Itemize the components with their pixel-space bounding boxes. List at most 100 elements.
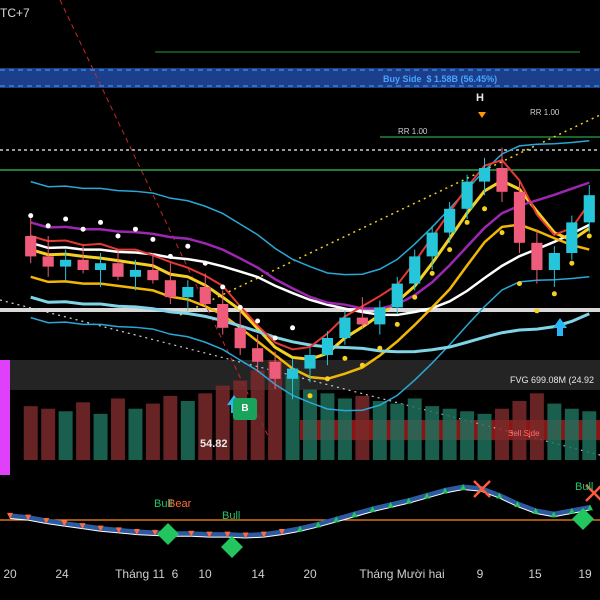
- trend-dot: [447, 247, 453, 253]
- x-tick-label: 6: [171, 567, 179, 581]
- trend-dot: [499, 230, 505, 236]
- buy-side-zone: [0, 68, 600, 88]
- purple-ma-line: [30, 181, 590, 311]
- x-tick-label: Tháng Mười hai: [359, 567, 445, 581]
- trend-dot: [569, 260, 575, 266]
- candle-body: [478, 168, 491, 182]
- candle-body: [199, 287, 211, 304]
- volume-bar: [58, 411, 73, 460]
- x-tick-label: Tháng 11: [115, 567, 165, 581]
- x-tick-label: 9: [476, 567, 484, 581]
- trend-dot: [220, 284, 226, 290]
- buy-side-value: $ 1.58B (56.45%): [426, 74, 498, 84]
- trend-dot: [412, 294, 418, 300]
- volume-bar: [198, 393, 213, 460]
- trend-dot: [359, 362, 365, 368]
- volume-bar: [320, 393, 335, 460]
- timezone-label: TC+7: [0, 6, 30, 20]
- volume-bar: [564, 408, 579, 460]
- trend-dot: [464, 219, 470, 225]
- candle-body: [513, 191, 526, 243]
- trend-dot: [115, 233, 121, 239]
- trend-dot: [98, 219, 104, 225]
- x-tick-label: 20: [303, 567, 317, 581]
- candle-body: [321, 338, 334, 355]
- volume-bar: [390, 403, 405, 460]
- trend-dot: [377, 345, 383, 351]
- volume-bar: [460, 411, 475, 460]
- trend-dot: [586, 233, 592, 239]
- candle-body: [77, 259, 89, 270]
- volume-bar: [76, 402, 91, 460]
- trend-dot: [185, 243, 191, 249]
- volume-bar: [23, 406, 38, 460]
- volume-bar: [145, 403, 160, 460]
- volume-bar: [355, 395, 370, 460]
- x-tick-label: 10: [198, 567, 212, 581]
- oscillator-bull-label-3: Bull: [575, 481, 594, 493]
- x-tick-label: 19: [578, 567, 592, 581]
- trend-dot: [307, 393, 313, 399]
- trend-dot: [290, 325, 296, 331]
- rr-label-right: RR 1.00: [530, 108, 560, 117]
- rr-label: RR 1.00: [398, 127, 428, 136]
- candle-body: [461, 181, 473, 209]
- volume-bar: [529, 393, 544, 460]
- volume-bar: [477, 413, 492, 460]
- volume-bar: [425, 406, 440, 460]
- candle-body: [444, 208, 456, 233]
- candle-body: [566, 222, 578, 253]
- trend-dot: [272, 335, 278, 341]
- volume-bar: [547, 403, 562, 460]
- volume-bar: [128, 408, 143, 460]
- candle-body: [356, 317, 368, 325]
- candle-body: [112, 263, 124, 277]
- trend-dot: [551, 291, 557, 297]
- upper-band-line: [30, 140, 590, 276]
- cyan-ma-line: [30, 295, 590, 354]
- bull-diamond-icon: [157, 523, 179, 545]
- candle-body: [269, 361, 281, 379]
- volume-bar: [582, 411, 597, 460]
- x-tick-label: 24: [55, 567, 69, 581]
- volume-bar: [180, 401, 195, 460]
- candle-body: [531, 242, 543, 270]
- candle-body: [391, 283, 403, 308]
- candle-body: [304, 355, 316, 369]
- candle-body: [426, 232, 438, 257]
- candle-body: [496, 168, 508, 192]
- volume-bar: [495, 408, 509, 460]
- trend-dot: [132, 226, 138, 232]
- trend-dot: [150, 236, 156, 242]
- candle-body: [548, 253, 560, 270]
- trend-dot: [45, 223, 51, 229]
- bull-diamond-icon: [221, 536, 243, 558]
- sell-side-label: Sell Side: [508, 429, 540, 438]
- volume-bar: [337, 398, 352, 460]
- swing-high-marker: H: [476, 92, 484, 104]
- candle-body: [94, 263, 107, 270]
- trend-dot: [516, 281, 522, 287]
- candle-body: [583, 195, 595, 223]
- x-tick-label: 15: [528, 567, 542, 581]
- x-tick-label: 20: [3, 567, 17, 581]
- price-chart: [0, 0, 600, 558]
- candle-body: [25, 236, 37, 257]
- volume-bar: [233, 380, 248, 460]
- volume-bar: [41, 408, 56, 460]
- oscillator-bear-label: Bear: [168, 498, 192, 510]
- candle-body: [339, 317, 351, 338]
- trend-dot: [202, 260, 208, 266]
- candle-body: [182, 287, 194, 298]
- trend-dot: [167, 253, 173, 259]
- volume-bar: [163, 395, 178, 460]
- trend-dot: [28, 213, 34, 219]
- volume-bar: [111, 398, 125, 460]
- candle-body: [252, 348, 264, 362]
- trend-dot: [342, 355, 348, 361]
- trend-dot: [482, 206, 488, 212]
- volume-bar: [442, 408, 457, 460]
- volume-bar: [93, 413, 108, 460]
- trend-dot: [324, 376, 330, 382]
- chart-stage: TC+7 Buy Side $ 1.58B (56.45%) RR 1.00 R…: [0, 0, 600, 600]
